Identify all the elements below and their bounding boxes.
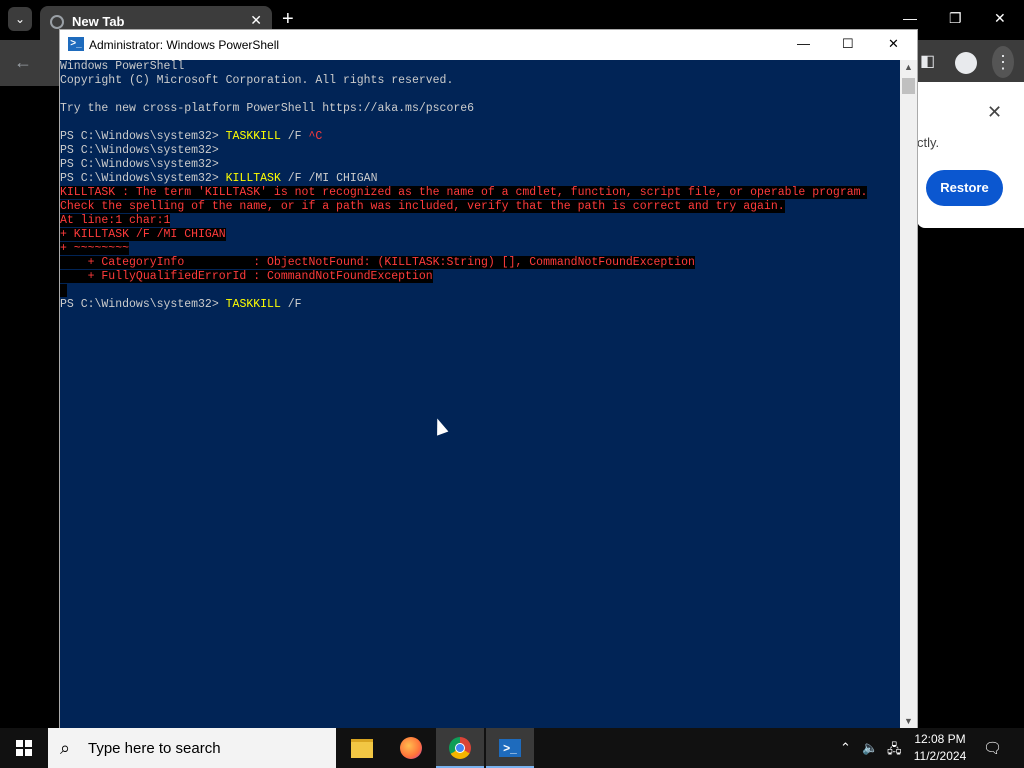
console-line: + ~~~~~~~~ <box>60 242 130 255</box>
console-line: + CategoryInfo : ObjectNotFound: (KILLTA… <box>60 256 695 269</box>
notification-icon[interactable]: 🗨 <box>983 739 1002 757</box>
chrome-minimize-button[interactable]: — <box>903 10 917 26</box>
console-line: At line:1 char:1 <box>60 214 171 227</box>
powershell-window: >_ Administrator: Windows PowerShell — ☐… <box>60 30 917 728</box>
powershell-icon: >_ <box>499 739 521 757</box>
network-icon[interactable]: 🖧 <box>887 740 902 762</box>
globe-icon <box>50 15 64 29</box>
console-line: KILLTASK : The term 'KILLTASK' is not re… <box>60 186 868 199</box>
profile-avatar[interactable] <box>955 52 977 74</box>
new-tab-button[interactable]: + <box>282 9 294 29</box>
taskbar: ⌕ Type here to search >_ ⌃ 🔈 🖧 12:08 PM … <box>0 728 1024 768</box>
folder-icon <box>351 738 373 758</box>
console-output[interactable]: Windows PowerShell Copyright (C) Microsof… <box>60 60 900 728</box>
chevron-up-icon[interactable]: ⌃ <box>840 740 851 756</box>
chevron-down-icon: ⌄ <box>14 12 26 26</box>
chrome-close-button[interactable]: ✕ <box>994 10 1006 27</box>
ps-close-button[interactable]: ✕ <box>888 36 899 52</box>
windows-logo-icon <box>16 740 32 756</box>
scroll-thumb[interactable] <box>902 78 915 94</box>
taskbar-search[interactable]: ⌕ Type here to search <box>48 728 336 768</box>
console-line: PS C:\Windows\system32> TASKKILL /F <box>60 298 302 311</box>
firefox-icon <box>400 737 422 759</box>
taskbar-firefox[interactable] <box>387 728 435 768</box>
console-line: Check the spelling of the name, or if a … <box>60 200 785 213</box>
taskbar-powershell[interactable]: >_ <box>486 728 534 768</box>
console-line: PS C:\Windows\system32> <box>60 158 226 171</box>
taskbar-clock[interactable]: 12:08 PM 11/2/2024 <box>905 731 975 765</box>
powershell-titlebar[interactable]: >_ Administrator: Windows PowerShell — ☐… <box>60 30 917 60</box>
search-icon: ⌕ <box>60 738 71 758</box>
bubble-close-icon[interactable]: ✕ <box>987 102 1002 123</box>
tab-search-button[interactable]: ⌄ <box>8 7 32 31</box>
start-button[interactable] <box>0 728 48 768</box>
console-line: + FullyQualifiedErrorId : CommandNotFoun… <box>60 270 433 283</box>
kebab-menu-icon[interactable]: ⋮ <box>992 46 1014 78</box>
restore-button[interactable]: Restore <box>926 170 1003 206</box>
volume-muted-icon[interactable]: 🔈 <box>862 740 878 756</box>
scroll-up-icon[interactable]: ▲ <box>900 62 917 72</box>
scroll-down-icon[interactable]: ▼ <box>900 716 917 726</box>
taskbar-file-explorer[interactable] <box>338 728 386 768</box>
console-line: PS C:\Windows\system32> TASKKILL /F ^C <box>60 130 323 143</box>
bubble-text: ctly. <box>917 135 940 150</box>
powershell-icon: >_ <box>68 37 84 51</box>
chrome-icon <box>449 737 471 759</box>
ps-maximize-button[interactable]: ☐ <box>842 36 854 52</box>
ps-minimize-button[interactable]: — <box>797 36 810 51</box>
console-line <box>60 284 900 298</box>
back-arrow-icon[interactable]: ← <box>14 52 32 73</box>
side-panel-icon[interactable]: ◧ <box>920 51 935 71</box>
window-title: Administrator: Windows PowerShell <box>89 38 280 52</box>
console-line: Windows PowerShell <box>60 60 185 73</box>
tab-title: New Tab <box>72 14 125 29</box>
console-line: Copyright (C) Microsoft Corporation. All… <box>60 74 454 87</box>
tab-close-icon[interactable]: ✕ <box>250 12 262 29</box>
console-line: PS C:\Windows\system32> <box>60 144 226 157</box>
taskbar-chrome[interactable] <box>436 728 484 768</box>
console-line: + KILLTASK /F /MI CHIGAN <box>60 228 226 241</box>
console-line: PS C:\Windows\system32> KILLTASK /F /MI … <box>60 172 378 185</box>
chrome-restore-button[interactable]: ❐ <box>949 10 962 27</box>
restore-pages-bubble: ✕ ctly. Restore <box>917 82 1024 228</box>
search-placeholder: Type here to search <box>88 740 221 757</box>
clock-time: 12:08 PM <box>914 732 966 746</box>
console-scrollbar[interactable]: ▲ ▼ <box>900 60 917 728</box>
console-line: Try the new cross-platform PowerShell ht… <box>60 102 475 115</box>
clock-date: 11/2/2024 <box>913 749 967 763</box>
